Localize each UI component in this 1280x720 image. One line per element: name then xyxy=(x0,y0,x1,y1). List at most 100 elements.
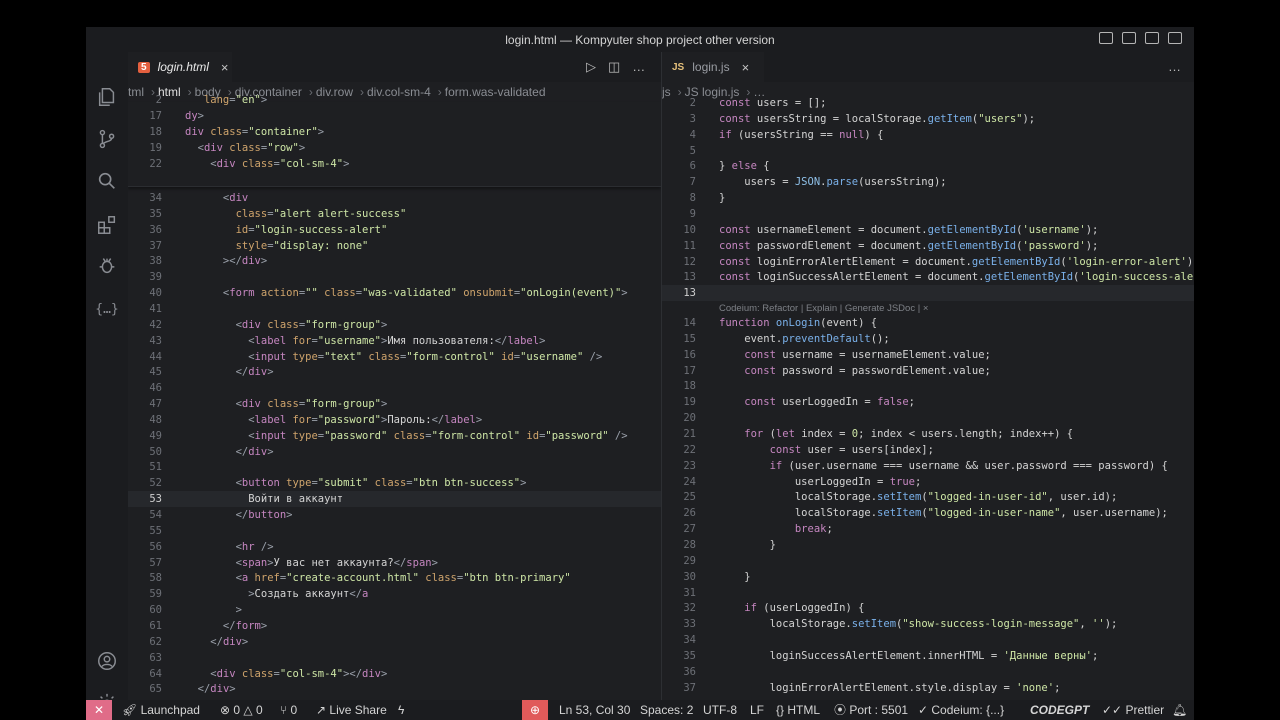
debug-icon[interactable] xyxy=(95,254,119,278)
code-line[interactable]: 6} else { xyxy=(662,158,1194,174)
search-icon[interactable] xyxy=(95,170,119,194)
code-line[interactable]: 14 function onLogin(event) { xyxy=(662,315,1194,331)
toggle-secondary-sidebar-icon[interactable] xyxy=(1168,32,1182,44)
account-icon[interactable] xyxy=(95,650,119,674)
code-line[interactable]: 34 <div xyxy=(128,190,661,206)
remote-indicator[interactable]: ✕ xyxy=(86,700,112,720)
code-line[interactable]: 35 loginSuccessAlertElement.innerHTML = … xyxy=(662,648,1194,664)
code-line[interactable]: 61 </form> xyxy=(128,618,661,634)
code-line[interactable]: 2 lang="en"> xyxy=(128,92,661,108)
indentation[interactable]: Spaces: 2 xyxy=(640,700,693,720)
code-line[interactable]: 37 loginErrorAlertElement.style.display … xyxy=(662,680,1194,696)
toggle-sidebar-icon[interactable] xyxy=(1122,32,1136,44)
split-editor-icon[interactable]: ◫ xyxy=(608,59,620,75)
more-actions-icon[interactable]: … xyxy=(1168,59,1181,74)
code-line[interactable]: 46 xyxy=(128,380,661,396)
code-line[interactable]: 32 if (userLoggedIn) { xyxy=(662,600,1194,616)
code-line[interactable]: 44 <input type="text" class="form-contro… xyxy=(128,349,661,365)
code-line[interactable]: 49 <input type="password" class="form-co… xyxy=(128,428,661,444)
code-line[interactable]: 45 </div> xyxy=(128,364,661,380)
code-line[interactable]: 42 <div class="form-group"> xyxy=(128,317,661,333)
code-line[interactable]: 10 const usernameElement = document.getEl… xyxy=(662,222,1194,238)
code-line[interactable]: 21 for (let index = 0; index < users.len… xyxy=(662,426,1194,442)
code-line[interactable]: 19 const userLoggedIn = false; xyxy=(662,394,1194,410)
code-line[interactable]: 16 const username = usernameElement.valu… xyxy=(662,347,1194,363)
code-line[interactable]: 33 localStorage.setItem("show-success-lo… xyxy=(662,616,1194,632)
code-line[interactable]: 13 const loginSuccessAlertElement = docum… xyxy=(662,269,1194,285)
code-line[interactable]: 60 > xyxy=(128,602,661,618)
code-line[interactable]: 23 if (user.username === username && use… xyxy=(662,458,1194,474)
code-line[interactable]: 15 event.preventDefault(); xyxy=(662,331,1194,347)
code-line[interactable]: 62 </div> xyxy=(128,634,661,650)
code-line[interactable]: 55 xyxy=(128,523,661,539)
launchpad-item[interactable]: 🚀︎ Launchpad xyxy=(122,700,200,720)
code-line[interactable]: 41 xyxy=(128,301,661,317)
code-line[interactable]: 57 <span>У вас нет аккаунта?</span> xyxy=(128,555,661,571)
code-line[interactable]: 29 xyxy=(662,553,1194,569)
code-line[interactable]: 38 ></div> xyxy=(128,253,661,269)
tab-login-html[interactable]: 5 login.html × xyxy=(128,52,232,82)
more-actions-icon[interactable]: … xyxy=(632,59,645,75)
code-line[interactable]: 65 </div> xyxy=(128,681,661,697)
code-line[interactable]: 7 users = JSON.parse(usersString); xyxy=(662,174,1194,190)
code-line[interactable]: 39 xyxy=(128,269,661,285)
live-server-port[interactable]: ⦿ Port : 5501 xyxy=(834,700,908,720)
code-line[interactable]: 2 const users = []; xyxy=(662,95,1194,111)
code-line[interactable]: 27 break; xyxy=(662,521,1194,537)
code-line[interactable]: 56 <hr /> xyxy=(128,539,661,555)
close-icon[interactable]: × xyxy=(742,60,750,75)
code-line[interactable]: 52 <button type="submit" class="btn btn-… xyxy=(128,475,661,491)
codeium-status[interactable]: ✓ Codeium: {...} xyxy=(918,700,1004,720)
code-line[interactable]: 8} xyxy=(662,190,1194,206)
code-line[interactable]: 18 div class="container"> xyxy=(128,124,661,140)
code-line[interactable]: 64 <div class="col-sm-4"></div> xyxy=(128,666,661,682)
code-line[interactable]: 54 </button> xyxy=(128,507,661,523)
code-line[interactable]: 12 const loginErrorAlertElement = documen… xyxy=(662,254,1194,270)
code-line[interactable]: 51 xyxy=(128,459,661,475)
code-line[interactable]: 25 localStorage.setItem("logged-in-user-… xyxy=(662,489,1194,505)
code-line[interactable]: 28 } xyxy=(662,537,1194,553)
code-line[interactable]: 17 const password = passwordElement.valu… xyxy=(662,363,1194,379)
code-line[interactable]: 3 const usersString = localStorage.getIte… xyxy=(662,111,1194,127)
code-line[interactable]: 30 } xyxy=(662,569,1194,585)
encoding[interactable]: UTF-8 xyxy=(703,700,737,720)
ports-item[interactable]: ⑂ 0 xyxy=(280,700,297,720)
source-control-icon[interactable] xyxy=(95,128,119,152)
code-line[interactable]: 17 dy> xyxy=(128,108,661,124)
lightning-icon[interactable]: ϟ xyxy=(398,700,404,720)
code-line[interactable]: 35 class="alert alert-success" xyxy=(128,206,661,222)
code-line[interactable]: 59 >Создать аккаунт</a xyxy=(128,586,661,602)
code-line[interactable]: 36 xyxy=(662,664,1194,680)
code-line[interactable]: 50 </div> xyxy=(128,444,661,460)
code-line[interactable]: 26 localStorage.setItem("logged-in-user-… xyxy=(662,505,1194,521)
code-line[interactable]: 40 <form action="" class="was-validated"… xyxy=(128,285,661,301)
prettier-item[interactable]: ✓✓ Prettier xyxy=(1102,700,1164,720)
code-line[interactable]: 53 Войти в аккаунт xyxy=(128,491,661,508)
end-of-line[interactable]: LF xyxy=(750,700,764,720)
sticky-scroll-header[interactable]: 2 lang="en"> 17 dy> 18 div class="container"… xyxy=(128,94,661,187)
toggle-panel-icon[interactable] xyxy=(1145,32,1159,44)
cursor-position[interactable]: Ln 53, Col 30 xyxy=(559,700,630,720)
code-line[interactable]: 47 <div class="form-group"> xyxy=(128,396,661,412)
code-line[interactable]: 9 xyxy=(662,206,1194,222)
code-line[interactable]: 34 xyxy=(662,632,1194,648)
codegpt-item[interactable]: CODEGPT xyxy=(1030,700,1089,720)
notifications-bell-icon[interactable]: 🔔︎ xyxy=(1172,700,1187,720)
extensions-icon[interactable] xyxy=(95,214,119,238)
code-line[interactable]: 11 const passwordElement = document.getEl… xyxy=(662,238,1194,254)
tab-login-js[interactable]: JS login.js × xyxy=(662,52,764,82)
zoom-icon[interactable]: ⊕ xyxy=(522,700,548,720)
code-line[interactable]: 20 xyxy=(662,410,1194,426)
explorer-icon[interactable] xyxy=(95,86,119,110)
code-line[interactable]: 5 xyxy=(662,143,1194,159)
problems-item[interactable]: ⊗ 0 △ 0 xyxy=(220,700,263,720)
code-line[interactable]: 43 <label for="username">Имя пользовател… xyxy=(128,333,661,349)
customize-layout-icon[interactable] xyxy=(1099,32,1113,44)
code-line[interactable]: 36 id="login-success-alert" xyxy=(128,222,661,238)
run-icon[interactable]: ▷ xyxy=(586,59,596,75)
language-mode[interactable]: {} HTML xyxy=(776,700,820,720)
code-line[interactable]: 22 const user = users[index]; xyxy=(662,442,1194,458)
code-line[interactable]: 19 <div class="row"> xyxy=(128,140,661,156)
code-line[interactable]: 31 xyxy=(662,585,1194,601)
code-line[interactable]: 4 if (usersString == null) { xyxy=(662,127,1194,143)
